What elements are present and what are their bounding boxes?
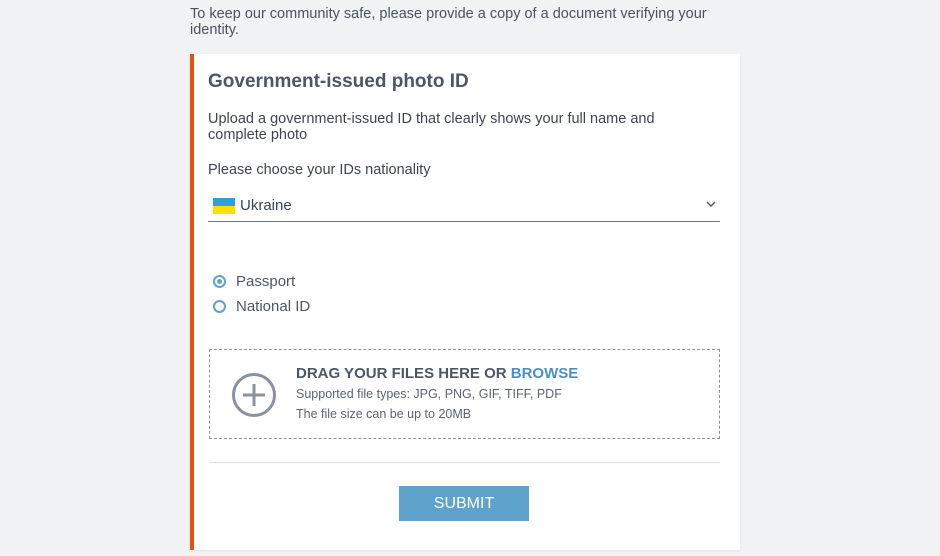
dropzone-heading: DRAG YOUR FILES HERE OR BROWSE (296, 365, 578, 382)
id-upload-card: Government-issued photo ID Upload a gove… (190, 54, 740, 550)
submit-button[interactable]: SUBMIT (399, 486, 529, 521)
national-id-radio[interactable] (213, 299, 226, 313)
browse-link[interactable]: BROWSE (511, 365, 579, 382)
nationality-label: Please choose your IDs nationality (208, 162, 431, 178)
national-id-radio-option[interactable]: National ID (213, 296, 310, 316)
file-dropzone[interactable]: DRAG YOUR FILES HERE OR BROWSE Supported… (209, 349, 720, 439)
divider (209, 462, 720, 463)
nationality-select[interactable]: Ukraine (208, 194, 720, 222)
passport-radio[interactable] (213, 274, 226, 288)
ukraine-flag-icon (213, 198, 235, 214)
card-description: Upload a government-issued ID that clear… (208, 111, 655, 143)
passport-radio-label: Passport (236, 272, 296, 290)
passport-radio-option[interactable]: Passport (213, 271, 295, 291)
dropzone-heading-text: DRAG YOUR FILES HERE OR (296, 365, 511, 382)
national-id-radio-label: National ID (236, 297, 311, 315)
supported-file-types: Supported file types: JPG, PNG, GIF, TIF… (296, 387, 562, 401)
nationality-select-value: Ukraine (240, 197, 292, 214)
card-title: Government-issued photo ID (208, 71, 469, 92)
plus-circle-icon (232, 373, 276, 417)
file-size-limit: The file size can be up to 20MB (296, 407, 472, 421)
chevron-down-icon (706, 201, 716, 207)
intro-text: To keep our community safe, please provi… (190, 6, 707, 38)
